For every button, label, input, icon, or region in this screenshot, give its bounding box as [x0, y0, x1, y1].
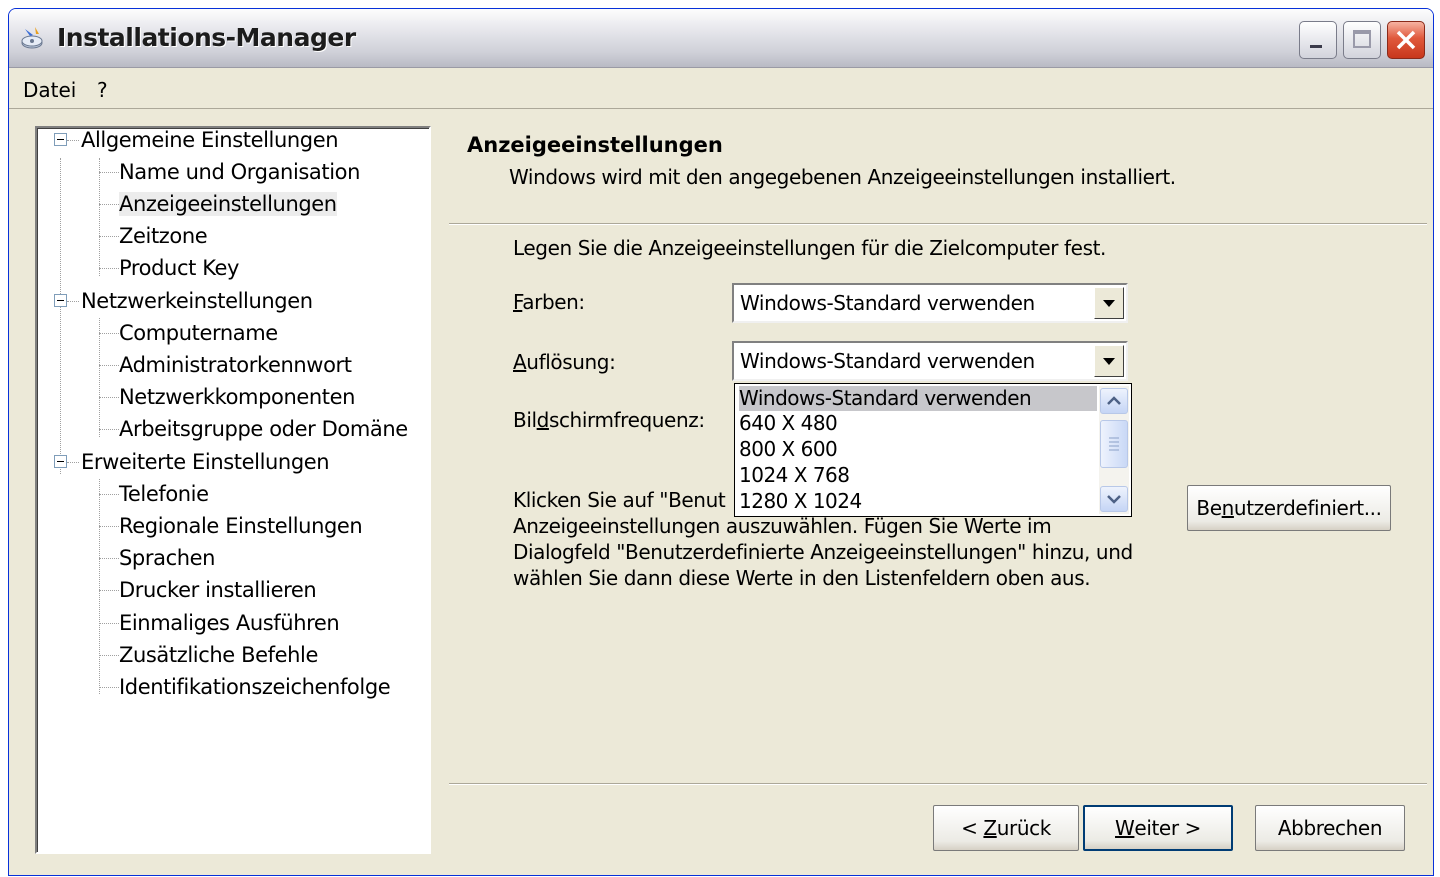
scroll-up-button[interactable] — [1100, 388, 1128, 414]
tree-item-netzwerkkomponenten[interactable]: Netzwerkkomponenten — [119, 382, 355, 412]
tree-item-regionale-einstellungen[interactable]: Regionale Einstellungen — [119, 511, 363, 541]
farben-value: Windows-Standard verwenden — [740, 291, 1035, 315]
farben-label: Farben: — [513, 290, 585, 314]
menu-datei[interactable]: Datei — [23, 78, 76, 102]
back-button[interactable]: < Zurück — [933, 805, 1079, 851]
chevron-down-icon — [1107, 495, 1121, 504]
collapse-icon[interactable] — [54, 294, 67, 307]
maximize-button[interactable] — [1343, 21, 1381, 59]
tree-item-zusaetzliche-befehle[interactable]: Zusätzliche Befehle — [119, 640, 318, 670]
settings-tree[interactable]: Allgemeine Einstellungen Name und Organi… — [35, 126, 431, 854]
tree-item-product-key[interactable]: Product Key — [119, 253, 239, 283]
tree-group-erweiterte[interactable]: Erweiterte Einstellungen — [81, 447, 330, 477]
tree-group-netzwerk[interactable]: Netzwerkeinstellungen — [81, 286, 313, 316]
farben-combobox[interactable]: Windows-Standard verwenden — [732, 283, 1128, 323]
aufloesung-value: Windows-Standard verwenden — [740, 349, 1035, 373]
title-bar[interactable]: Installations-Manager — [9, 9, 1433, 68]
bildschirmfrequenz-label: Bildschirmfrequenz: — [513, 408, 705, 432]
app-icon — [21, 27, 43, 49]
collapse-icon[interactable] — [54, 455, 67, 468]
installations-manager-window: Installations-Manager Datei ? Allgemeine… — [8, 8, 1434, 876]
dropdown-option[interactable]: 800 X 600 — [739, 437, 838, 462]
tree-item-drucker[interactable]: Drucker installieren — [119, 575, 317, 605]
aufloesung-combobox[interactable]: Windows-Standard verwenden — [732, 341, 1128, 381]
page-subtitle: Windows wird mit den angegebenen Anzeige… — [509, 165, 1176, 189]
minimize-button[interactable] — [1299, 21, 1337, 59]
intro-text: Legen Sie die Anzeigeeinstellungen für d… — [513, 236, 1106, 260]
chevron-up-icon — [1107, 396, 1121, 405]
benutzerdefiniert-button[interactable]: Be n utzerdefiniert... — [1187, 485, 1391, 531]
header-divider — [449, 223, 1427, 225]
close-icon — [1396, 30, 1416, 50]
dropdown-option[interactable]: Windows-Standard verwenden — [739, 386, 1097, 411]
hint-line-2: Anzeigeeinstellungen auszuwählen. Fügen … — [513, 514, 1052, 538]
dropdown-arrow-icon[interactable] — [1094, 345, 1124, 377]
maximize-icon — [1353, 30, 1371, 48]
grip-icon — [1109, 437, 1119, 451]
menu-help[interactable]: ? — [97, 78, 108, 102]
tree-item-sprachen[interactable]: Sprachen — [119, 543, 215, 573]
tree-item-administratorkennwort[interactable]: Administratorkennwort — [119, 350, 352, 380]
aufloesung-label: Auflösung: — [513, 350, 616, 374]
dropdown-option[interactable]: 1280 X 1024 — [739, 489, 862, 514]
tree-item-name-organisation[interactable]: Name und Organisation — [119, 157, 360, 187]
tree-item-einmaliges-ausfuehren[interactable]: Einmaliges Ausführen — [119, 608, 340, 638]
dropdown-scrollbar[interactable] — [1099, 386, 1129, 514]
hint-line-3: Dialogfeld "Benutzerdefinierte Anzeigeei… — [513, 540, 1133, 564]
minimize-icon — [1310, 45, 1322, 48]
hint-line-4: wählen Sie dann diese Werte in den Liste… — [513, 566, 1091, 590]
scroll-thumb[interactable] — [1100, 420, 1128, 468]
footer-divider — [449, 783, 1427, 785]
tree-item-anzeigeeinstellungen[interactable]: Anzeigeeinstellungen — [119, 189, 337, 219]
tree-item-telefonie[interactable]: Telefonie — [119, 479, 209, 509]
next-button[interactable]: Weiter > — [1083, 805, 1233, 851]
tree-item-computername[interactable]: Computername — [119, 318, 278, 348]
tree-group-allgemeine[interactable]: Allgemeine Einstellungen — [81, 125, 339, 155]
aufloesung-dropdown-list[interactable]: Windows-Standard verwenden 640 X 480 800… — [734, 383, 1132, 517]
menu-bar: Datei ? — [9, 68, 1433, 109]
collapse-icon[interactable] — [54, 133, 67, 146]
tree-item-arbeitsgruppe[interactable]: Arbeitsgruppe oder Domäne — [119, 414, 408, 444]
tree-item-identifikationszeichenfolge[interactable]: Identifikationszeichenfolge — [119, 672, 391, 702]
scroll-down-button[interactable] — [1100, 486, 1128, 512]
cancel-button[interactable]: Abbrechen — [1255, 805, 1405, 851]
window-title: Installations-Manager — [57, 23, 356, 52]
dropdown-option[interactable]: 1024 X 768 — [739, 463, 850, 488]
dropdown-arrow-icon[interactable] — [1094, 287, 1124, 319]
close-button[interactable] — [1387, 21, 1425, 59]
hint-line-1: Klicken Sie auf "Benut — [513, 488, 726, 512]
tree-item-zeitzone[interactable]: Zeitzone — [119, 221, 208, 251]
page-title: Anzeigeeinstellungen — [467, 133, 723, 157]
dropdown-option[interactable]: 640 X 480 — [739, 411, 838, 436]
